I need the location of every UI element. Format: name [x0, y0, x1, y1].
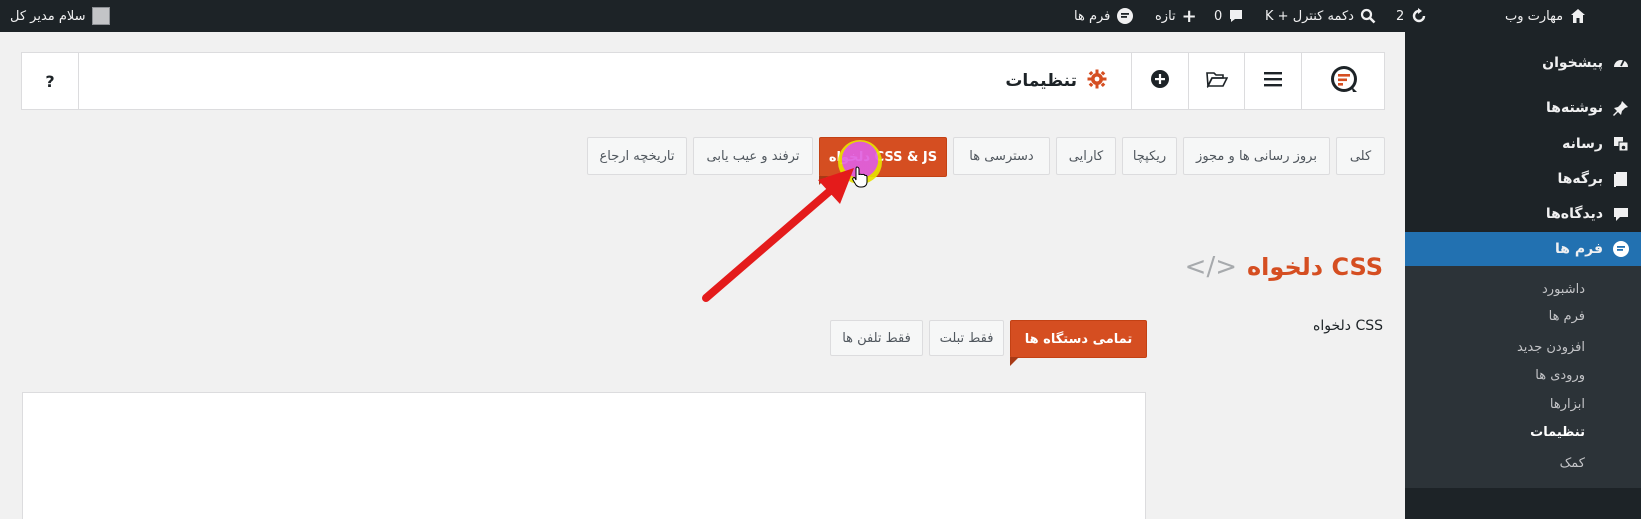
css-code-editor[interactable] [22, 392, 1146, 519]
comments-icon [1611, 204, 1631, 224]
submenu-item-help[interactable]: کمک [1560, 456, 1585, 471]
tab-tablet-only[interactable]: فقط تبلت [929, 320, 1004, 356]
plus-icon: + [1181, 5, 1197, 27]
section-title: CSS دلخواه </> [1185, 252, 1383, 282]
comment-icon [1228, 8, 1244, 24]
page-title: تنظیمات [1005, 71, 1077, 91]
dashboard-icon [1611, 53, 1631, 73]
hand-cursor-icon [852, 166, 868, 188]
home-icon [1569, 7, 1587, 25]
sidebar-item-label: نوشته‌ها [1546, 100, 1603, 116]
sidebar-item-comments[interactable]: دیدگاه‌ها [1405, 197, 1641, 231]
forms-adminbar-menu[interactable]: فرم ها [1074, 0, 1134, 32]
sidebar-item-label: فرم ها [1555, 241, 1603, 257]
tab-all-devices[interactable]: تمامی دستگاه ها [1010, 320, 1147, 366]
updates-menu[interactable]: 2 [1396, 0, 1428, 32]
sidebar-item-label: پیشخوان [1542, 55, 1603, 71]
account-menu[interactable]: سلام مدیر کل [10, 0, 110, 32]
forms-icon [1611, 239, 1631, 259]
search-shortcut[interactable]: دکمه کنترل + K [1265, 0, 1376, 32]
forms-logo-button[interactable] [1301, 53, 1385, 109]
submenu-item-entries[interactable]: ورودی ها [1535, 368, 1585, 383]
media-icon [1611, 134, 1631, 154]
site-name-menu[interactable]: مهارت وب [1505, 0, 1587, 32]
gear-icon [1087, 69, 1107, 94]
tab-recaptcha[interactable]: ریکپچا [1122, 137, 1177, 175]
new-label: تازه [1155, 8, 1176, 24]
sidebar-item-pages[interactable]: برگه‌ها [1405, 162, 1641, 196]
help-button[interactable]: ? [22, 53, 79, 109]
site-name: مهارت وب [1505, 8, 1564, 24]
admin-sidebar: پیشخوان نوشته‌ها رسانه برگه‌ها دیدگاه‌ها… [1405, 32, 1641, 519]
forms-logo-icon [1329, 64, 1359, 98]
open-form-button[interactable] [1188, 53, 1244, 109]
code-icon: </> [1184, 252, 1238, 282]
toolbar-title: تنظیمات [1005, 53, 1107, 109]
submenu-item-add-new[interactable]: افزودن جدید [1517, 340, 1585, 355]
pin-icon [1611, 98, 1631, 118]
submenu-item-settings[interactable]: تنظیمات [1530, 425, 1585, 440]
search-icon [1360, 8, 1376, 24]
tab-referral-history[interactable]: تاریخچه ارجاع [587, 137, 687, 175]
custom-css-label: CSS دلخواه [1312, 318, 1383, 334]
tab-performance[interactable]: کارایی [1056, 137, 1116, 175]
folder-open-icon [1205, 70, 1228, 92]
tab-permissions[interactable]: دسترسی ها [953, 137, 1050, 175]
sidebar-item-media[interactable]: رسانه [1405, 127, 1641, 161]
comments-count: 0 [1214, 8, 1223, 24]
forms-submenu: داشبورد فرم ها افزودن جدید ورودی ها ابزا… [1405, 266, 1641, 488]
plus-circle-icon [1150, 69, 1170, 93]
comments-menu[interactable]: 0 [1214, 0, 1244, 32]
greeting: سلام مدیر کل [10, 8, 86, 24]
submenu-item-tools[interactable]: ابزارها [1550, 397, 1585, 412]
menu-toggle-button[interactable] [1244, 53, 1301, 109]
hamburger-icon [1264, 71, 1282, 91]
sidebar-item-forms[interactable]: فرم ها [1405, 232, 1641, 266]
new-content-menu[interactable]: + تازه [1155, 0, 1197, 32]
forms-adminbar-label: فرم ها [1074, 8, 1111, 24]
sidebar-item-label: برگه‌ها [1557, 171, 1603, 187]
sidebar-item-label: رسانه [1562, 136, 1603, 152]
refresh-icon [1410, 7, 1428, 25]
sidebar-item-dashboard[interactable]: پیشخوان [1405, 46, 1641, 80]
annotation-arrow [702, 168, 854, 302]
help-label: ? [45, 71, 55, 91]
updates-count: 2 [1396, 8, 1405, 24]
sidebar-item-label: دیدگاه‌ها [1545, 206, 1603, 222]
admin-bar: مهارت وب 2 دکمه کنترل + K 0 + تازه فرم ه… [0, 0, 1641, 32]
pages-icon [1611, 169, 1631, 189]
forms-logo-icon [1116, 7, 1134, 25]
forms-toolbar: تنظیمات ? [21, 52, 1385, 110]
tab-updates-license[interactable]: بروز رسانی ها و مجوز [1183, 137, 1330, 175]
section-title-text: CSS دلخواه [1247, 253, 1383, 281]
sidebar-item-posts[interactable]: نوشته‌ها [1405, 91, 1641, 125]
tab-phones-only[interactable]: فقط تلفن ها [830, 320, 923, 356]
avatar [91, 7, 110, 25]
search-shortcut-label: دکمه کنترل + K [1265, 8, 1354, 24]
submenu-item-forms[interactable]: فرم ها [1549, 309, 1585, 324]
add-new-form-button[interactable] [1131, 53, 1188, 109]
tab-general[interactable]: کلی [1336, 137, 1385, 175]
submenu-item-dashboard[interactable]: داشبورد [1542, 282, 1585, 297]
